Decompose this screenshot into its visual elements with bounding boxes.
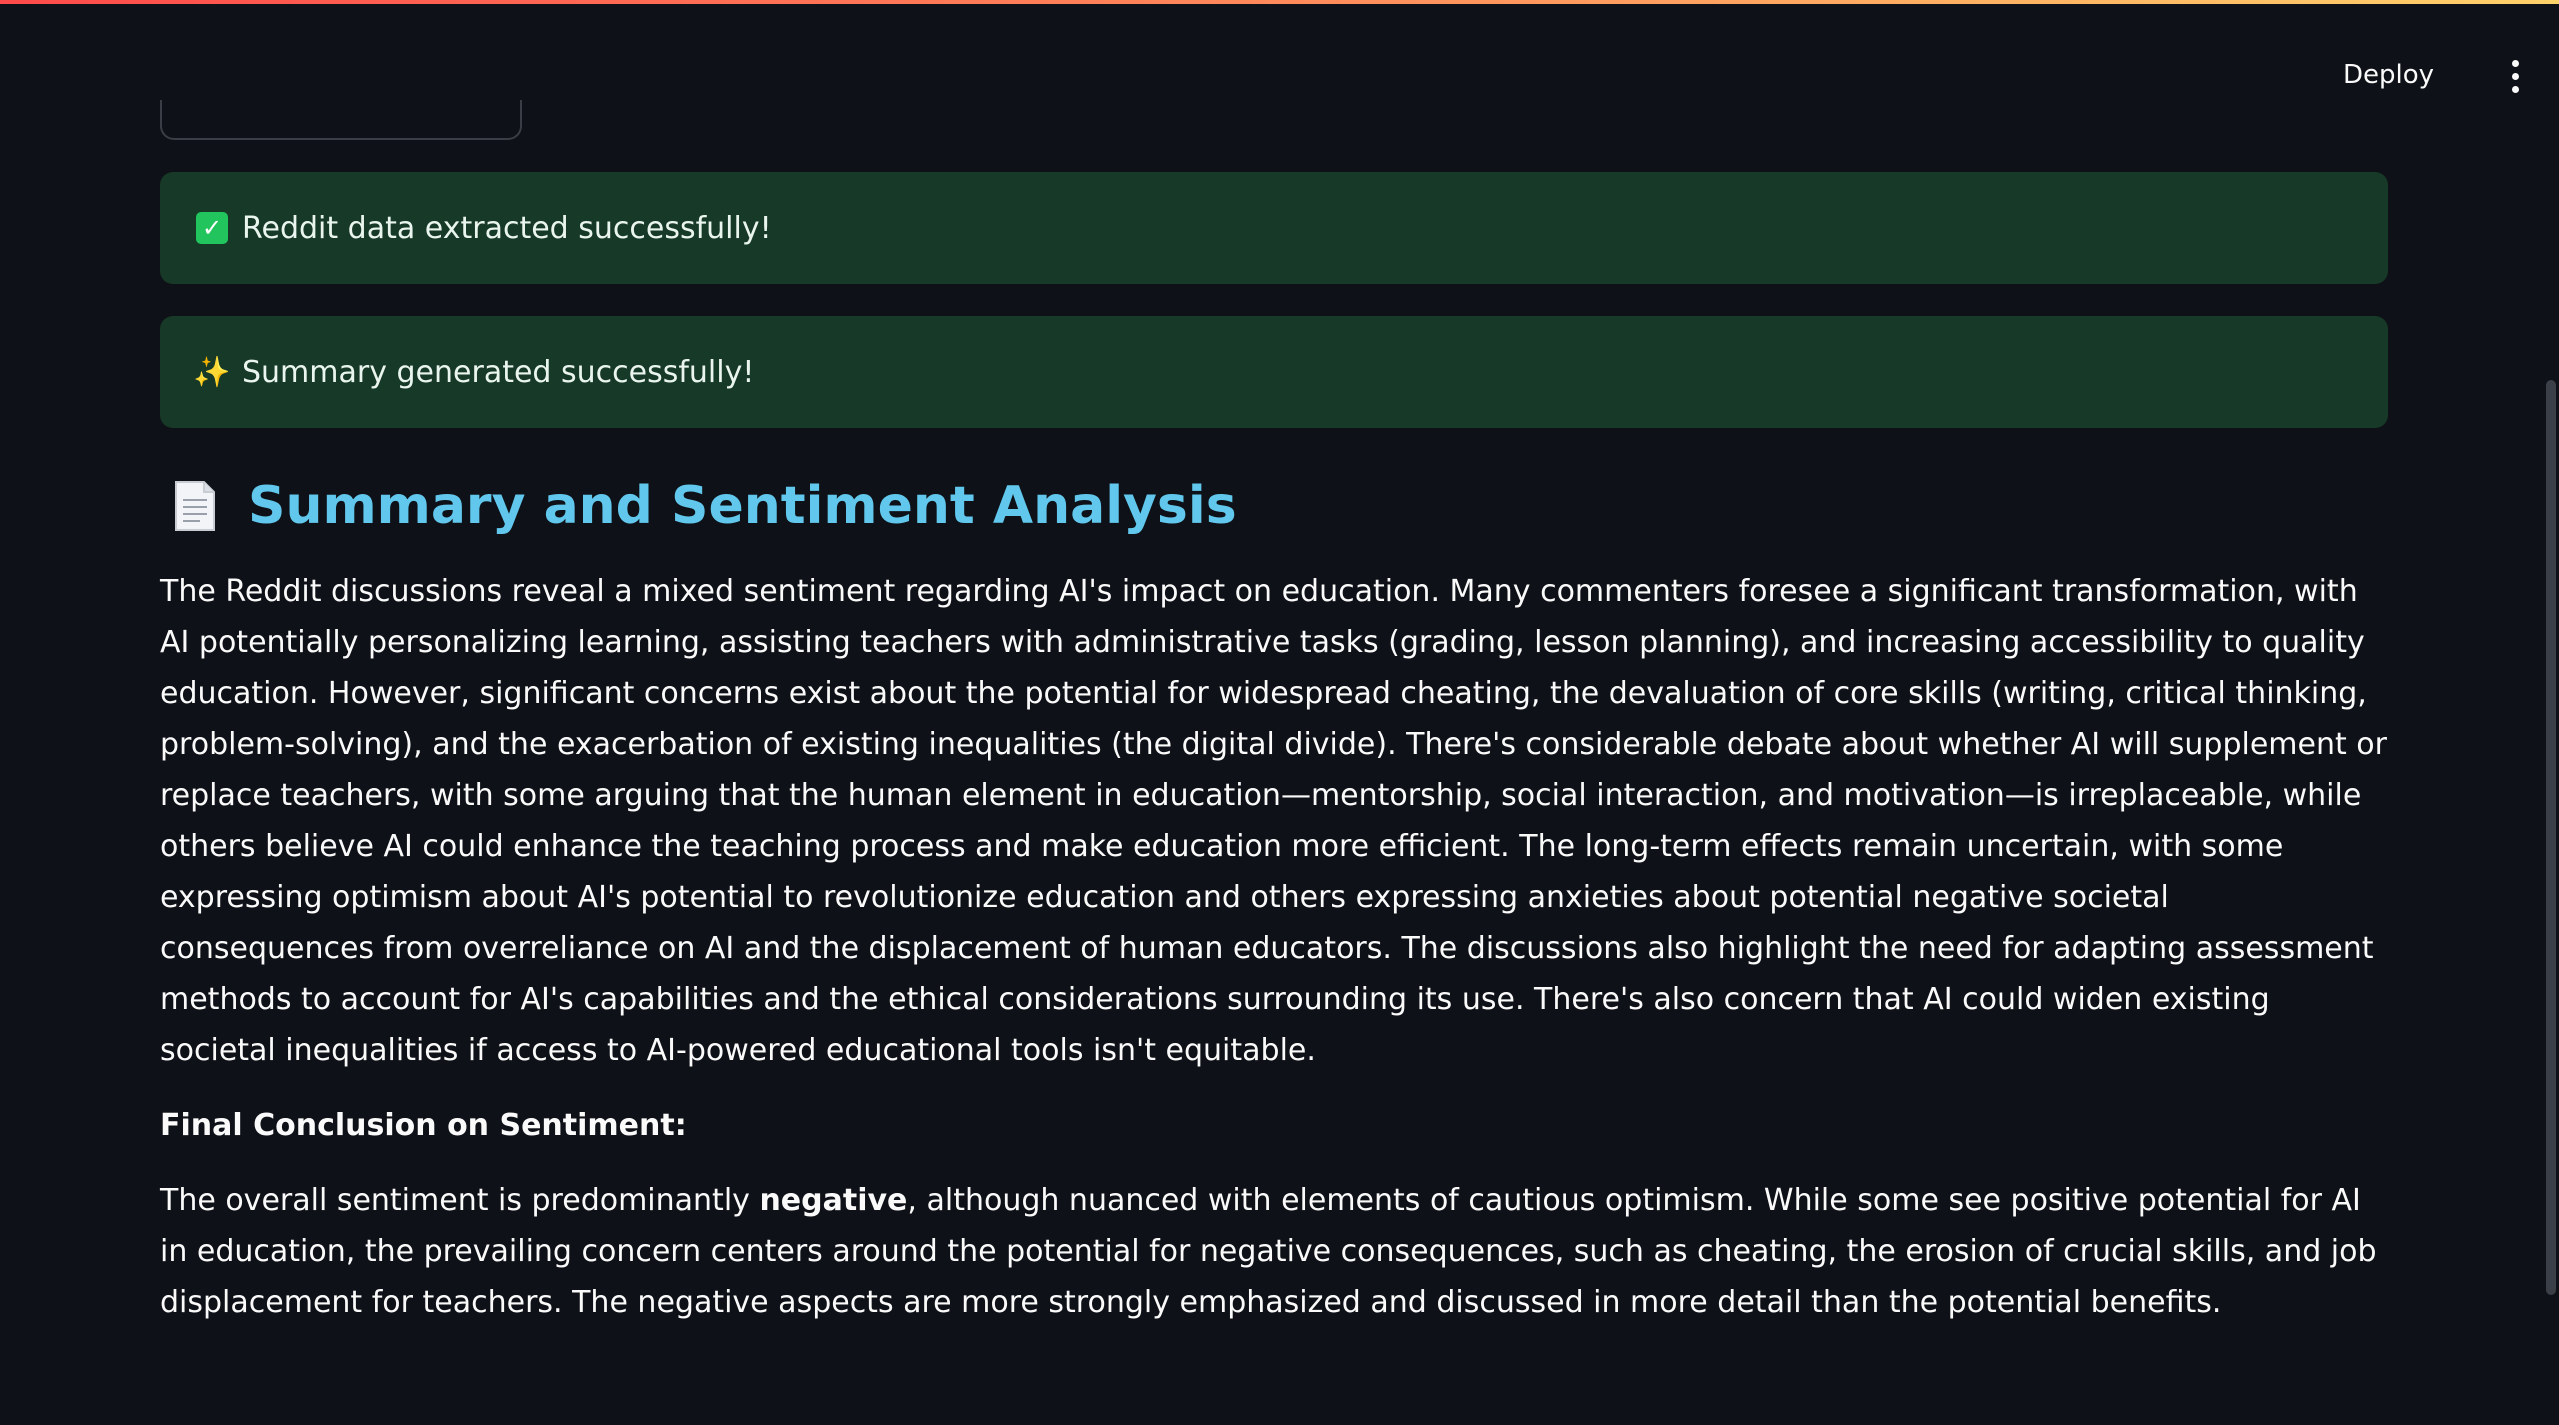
summary-paragraph: The Reddit discussions reveal a mixed se…	[160, 574, 2387, 1068]
conclusion-prefix: The overall sentiment is predominantly	[160, 1183, 760, 1218]
check-icon: ✓	[196, 212, 228, 244]
success-alert-extracted: ✓ Reddit data extracted successfully!	[160, 172, 2388, 284]
sparkle-icon: ✨	[193, 354, 231, 390]
main-content: ✓ Reddit data extracted successfully! ✨ …	[160, 172, 2388, 1360]
app-header: Deploy	[0, 4, 2559, 114]
document-icon	[175, 481, 215, 531]
menu-dot	[2511, 85, 2519, 93]
scrollbar[interactable]	[2543, 0, 2559, 1425]
deploy-button[interactable]: Deploy	[2333, 54, 2444, 96]
conclusion-emphasis: negative	[759, 1183, 908, 1218]
section-heading-row: Summary and Sentiment Analysis	[160, 476, 2388, 536]
previous-widget-edge	[160, 100, 522, 140]
success-alert-summary: ✨ Summary generated successfully!	[160, 316, 2388, 428]
conclusion-paragraph: The overall sentiment is predominantly n…	[160, 1175, 2388, 1328]
alert-text: Reddit data extracted successfully!	[242, 210, 772, 246]
menu-dot	[2511, 72, 2519, 80]
conclusion-heading: Final Conclusion on Sentiment:	[160, 1108, 687, 1143]
section-title: Summary and Sentiment Analysis	[248, 476, 1237, 536]
scrollbar-thumb[interactable]	[2546, 380, 2556, 1295]
menu-dot	[2511, 59, 2519, 67]
alert-text: Summary generated successfully!	[242, 354, 755, 390]
more-vertical-icon[interactable]	[2495, 56, 2535, 96]
